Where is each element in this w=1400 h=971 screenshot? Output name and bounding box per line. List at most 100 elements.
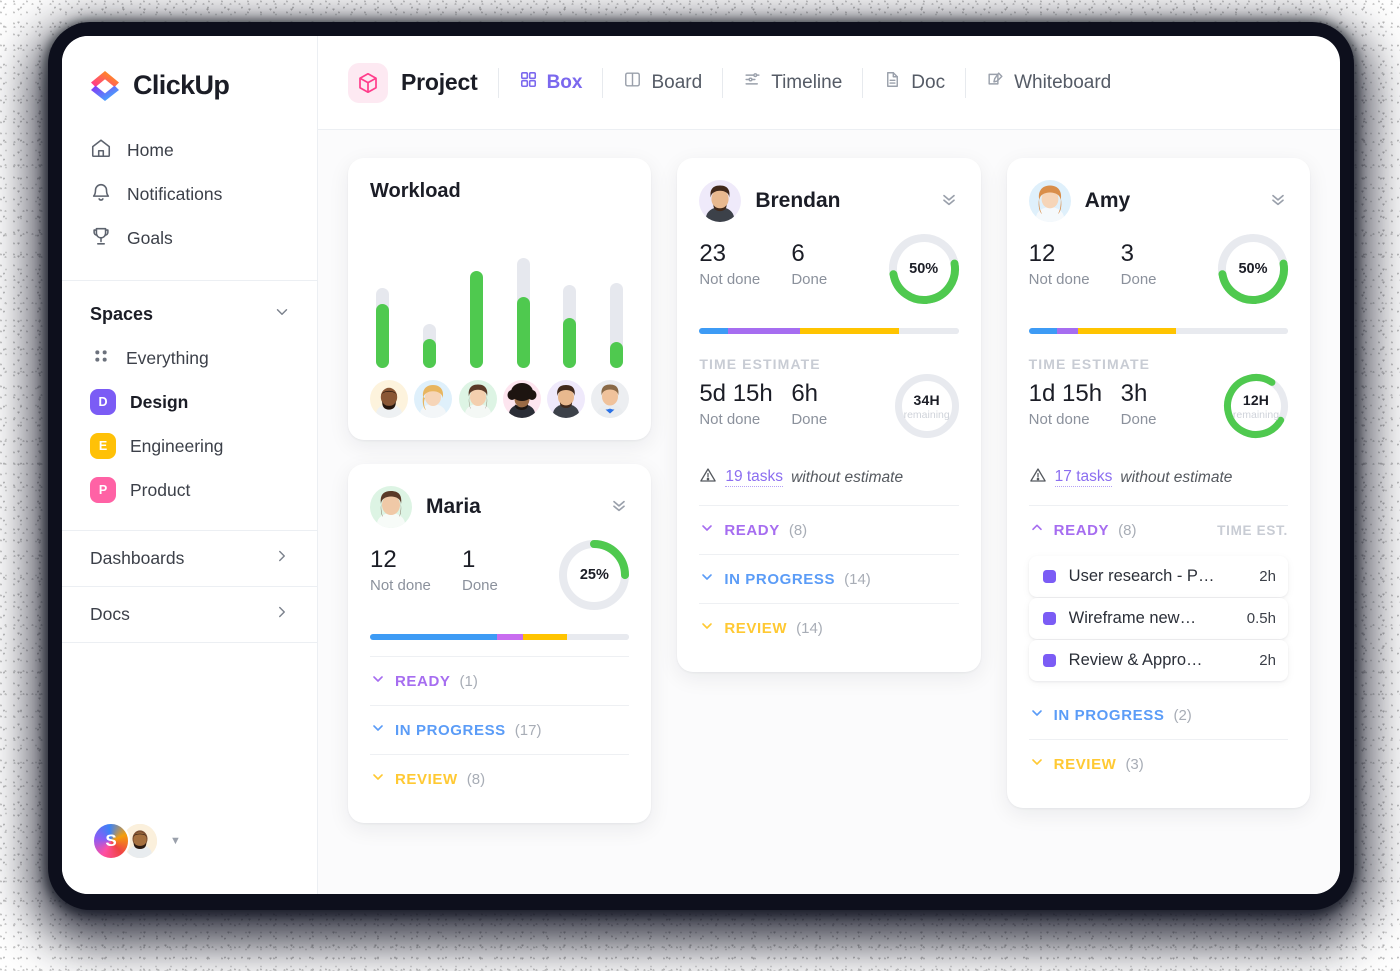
stat-value: 5d 15h	[699, 380, 773, 407]
stat-value: 6h	[791, 380, 819, 407]
stat-not-done: 12 Not done	[1029, 240, 1121, 288]
status-row-review[interactable]: REVIEW (14)	[699, 603, 959, 652]
space-label: Product	[130, 479, 191, 500]
status-row-review[interactable]: REVIEW (8)	[370, 754, 630, 803]
chevron-down-icon[interactable]	[370, 671, 386, 692]
chevron-up-icon[interactable]	[1029, 520, 1045, 541]
avatar[interactable]	[591, 380, 630, 418]
chevron-down-icon[interactable]: ▼	[170, 835, 181, 847]
sidebar-item-notifications[interactable]: Notifications	[62, 172, 317, 216]
avatar[interactable]	[547, 380, 586, 418]
without-estimate-warning[interactable]: 19 tasks without estimate	[699, 466, 958, 489]
status-segment	[567, 634, 630, 640]
workload-bar[interactable]	[422, 324, 436, 368]
remaining-value: 12H	[1242, 391, 1270, 408]
sidebar-user-avatars[interactable]: S ▼	[62, 822, 317, 894]
status-row-in-progress[interactable]: IN PROGRESS (2)	[1029, 691, 1288, 739]
stat-value: 6	[791, 240, 805, 267]
drawer-label: Docs	[90, 604, 130, 624]
te-not-done: 5d 15h Not done	[699, 380, 791, 428]
tab-doc[interactable]: Doc	[883, 70, 945, 95]
collapse-icon[interactable]	[939, 189, 959, 214]
sidebar-item-product[interactable]: P Product	[62, 468, 317, 512]
sidebar-item-dashboards[interactable]: Dashboards	[62, 530, 317, 586]
chevron-down-icon[interactable]	[273, 303, 291, 326]
status-row-review[interactable]: REVIEW (3)	[1028, 739, 1288, 788]
tasks-without-estimate-link[interactable]: 17 tasks	[1054, 468, 1113, 487]
grid-icon	[519, 70, 538, 95]
status-row-ready[interactable]: READY (8) TIME EST.	[1028, 505, 1288, 554]
board-column-1: Workload Maria 12 Not done 1 Done 25% RE…	[348, 158, 652, 823]
doc-icon	[883, 70, 902, 95]
status-row-ready[interactable]: READY (1)	[370, 656, 630, 705]
workload-bar-track	[610, 283, 624, 368]
stat-value: 23	[699, 240, 727, 267]
avatar[interactable]	[370, 486, 412, 528]
status-count: (8)	[466, 771, 486, 788]
chevron-down-icon[interactable]	[699, 520, 715, 541]
timeline-icon	[743, 70, 762, 95]
sidebar-item-label: Home	[127, 139, 174, 160]
avatar[interactable]	[502, 380, 541, 418]
status-segment	[497, 634, 523, 640]
tasks-without-estimate-link[interactable]: 19 tasks	[725, 468, 784, 487]
chevron-down-icon[interactable]	[370, 769, 386, 790]
avatar[interactable]	[699, 180, 742, 222]
time-estimate-label: TIME ESTIMATE	[699, 356, 821, 372]
workload-bar-fill	[422, 339, 436, 368]
workload-bar-fill	[469, 270, 483, 368]
stat-not-done: 12 Not done	[370, 546, 462, 594]
collapse-icon[interactable]	[609, 495, 629, 520]
chevron-right-icon[interactable]	[273, 547, 291, 570]
tab-timeline[interactable]: Timeline	[743, 70, 842, 95]
workload-bar-track	[469, 270, 483, 368]
task-row[interactable]: User research - P… 2h	[1028, 556, 1288, 597]
person-card-brendan: Brendan 23 Not done 6 Done 50% TIME ESTI…	[677, 158, 981, 672]
avatar[interactable]	[458, 380, 497, 418]
avatar[interactable]	[414, 380, 453, 418]
sidebar-spacer	[62, 642, 317, 822]
workload-bar[interactable]	[516, 258, 530, 368]
chevron-down-icon[interactable]	[699, 569, 715, 590]
task-stats: 12 Not done 1 Done 25%	[370, 540, 630, 618]
sidebar-item-everything[interactable]: Everything	[62, 336, 317, 380]
workload-bar[interactable]	[610, 283, 624, 368]
task-row[interactable]: Review & Appro… 2h	[1028, 640, 1288, 681]
chevron-down-icon[interactable]	[370, 720, 386, 741]
sidebar-item-home[interactable]: Home	[62, 128, 317, 172]
status-row-in-progress[interactable]: IN PROGRESS (17)	[370, 705, 630, 754]
collapse-icon[interactable]	[1268, 189, 1288, 214]
chevron-down-icon[interactable]	[1029, 705, 1045, 726]
divider	[602, 67, 604, 98]
sidebar-item-goals[interactable]: Goals	[62, 216, 317, 260]
avatar[interactable]	[370, 380, 408, 418]
workload-bar[interactable]	[376, 288, 389, 368]
space-label: Engineering	[130, 435, 224, 456]
without-estimate-warning[interactable]: 17 tasks without estimate	[1029, 466, 1288, 489]
status-label: REVIEW	[724, 620, 788, 637]
task-row[interactable]: Wireframe new… 0.5h	[1028, 598, 1288, 639]
sidebar-item-docs[interactable]: Docs	[62, 586, 317, 642]
chevron-down-icon[interactable]	[1029, 754, 1045, 775]
chevron-right-icon[interactable]	[273, 603, 291, 626]
task-stats: 12 Not done 3 Done 50%	[1029, 234, 1288, 312]
tab-whiteboard[interactable]: Whiteboard	[986, 70, 1111, 95]
sidebar-item-engineering[interactable]: E Engineering	[62, 424, 317, 468]
space-badge: P	[90, 477, 116, 503]
time-estimate-stats: 1d 15h Not done 3h Done 12H remaining	[1029, 374, 1288, 452]
workload-bar[interactable]	[469, 270, 483, 368]
task-title: Wireframe new…	[1068, 609, 1197, 627]
status-count: (17)	[514, 722, 542, 739]
tab-board[interactable]: Board	[623, 70, 702, 95]
avatar[interactable]	[1028, 180, 1071, 222]
workspace-avatar[interactable]: S	[92, 822, 130, 860]
progress-percent: 25%	[579, 567, 609, 583]
app-logo[interactable]: ClickUp	[62, 36, 317, 128]
chevron-down-icon[interactable]	[699, 618, 715, 639]
workload-bar[interactable]	[563, 285, 577, 368]
sidebar-item-design[interactable]: D Design	[62, 380, 317, 424]
tab-box[interactable]: Box	[519, 70, 582, 95]
status-row-ready[interactable]: READY (8)	[699, 505, 959, 554]
status-row-in-progress[interactable]: IN PROGRESS (14)	[699, 554, 959, 603]
spaces-section-header[interactable]: Spaces	[62, 281, 317, 336]
